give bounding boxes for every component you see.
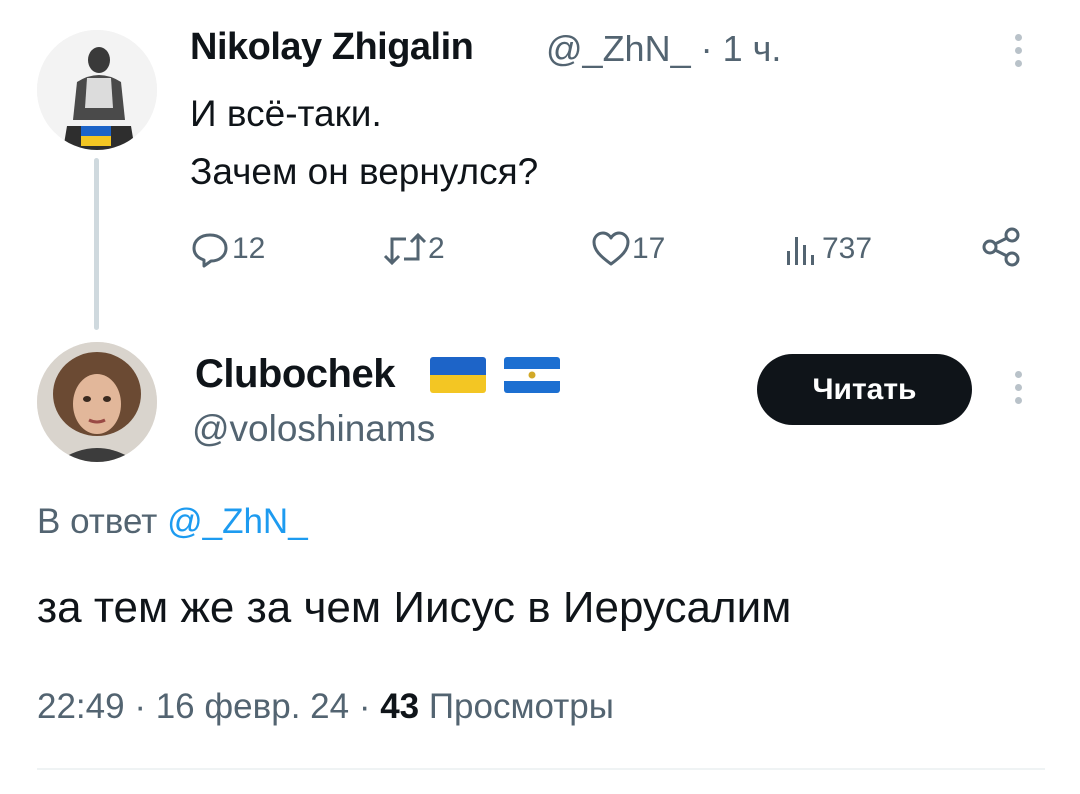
parent-author-avatar[interactable] xyxy=(37,30,157,150)
retweet-button[interactable]: 2 xyxy=(382,229,445,269)
reply-context: В ответ @_ZhN_ xyxy=(37,502,308,542)
views-label: Просмотры xyxy=(428,687,614,726)
tweet-time[interactable]: 22:49 xyxy=(37,687,125,726)
share-button[interactable] xyxy=(980,225,1024,269)
follow-button[interactable]: Читать xyxy=(757,354,972,425)
reply-button[interactable]: 12 xyxy=(190,229,265,269)
share-icon xyxy=(980,225,1024,269)
tweet-date[interactable]: 16 февр. 24 xyxy=(156,687,349,726)
views-count: 737 xyxy=(822,232,873,265)
author-flags xyxy=(430,357,560,393)
views-icon xyxy=(784,229,818,269)
tweet-meta: 22:49 · 16 февр. 24 · 43 Просмотры xyxy=(37,687,614,727)
parent-time[interactable]: · 1 ч. xyxy=(701,28,782,69)
like-button[interactable]: 17 xyxy=(590,229,665,269)
reply-author-avatar[interactable] xyxy=(37,342,157,462)
parent-handle-time[interactable]: @_ZhN_ · 1 ч. xyxy=(546,28,781,70)
views-count-number: 43 xyxy=(380,687,420,726)
like-count: 17 xyxy=(632,232,666,265)
ukraine-flag-icon xyxy=(430,357,486,393)
more-icon[interactable] xyxy=(1015,34,1023,72)
nicaragua-flag-icon xyxy=(504,357,560,393)
reply-author-name[interactable]: Clubochek xyxy=(195,352,395,397)
reply-handle[interactable]: @voloshinams xyxy=(192,408,435,450)
more-icon[interactable] xyxy=(1015,371,1023,409)
meta-separator: · xyxy=(134,687,146,726)
parent-text-line1: И всё-таки. xyxy=(190,93,382,134)
parent-handle[interactable]: @_ZhN_ xyxy=(546,28,691,69)
reply-to-prefix: В ответ xyxy=(37,502,158,541)
retweet-icon xyxy=(382,229,428,269)
reply-icon xyxy=(190,229,230,269)
like-icon xyxy=(590,229,632,269)
meta-separator: · xyxy=(358,687,371,726)
views-button[interactable]: 737 xyxy=(784,229,872,269)
divider xyxy=(37,768,1045,770)
reply-to-mention[interactable]: @_ZhN_ xyxy=(167,502,308,541)
thread-line xyxy=(94,158,99,330)
reply-text: за тем же за чем Иисус в Иерусалим xyxy=(37,583,792,632)
reply-count: 12 xyxy=(232,232,266,265)
retweet-count: 2 xyxy=(428,232,445,265)
parent-text-line2: Зачем он вернулся? xyxy=(190,151,539,192)
parent-author-name[interactable]: Nikolay Zhigalin xyxy=(190,26,474,69)
